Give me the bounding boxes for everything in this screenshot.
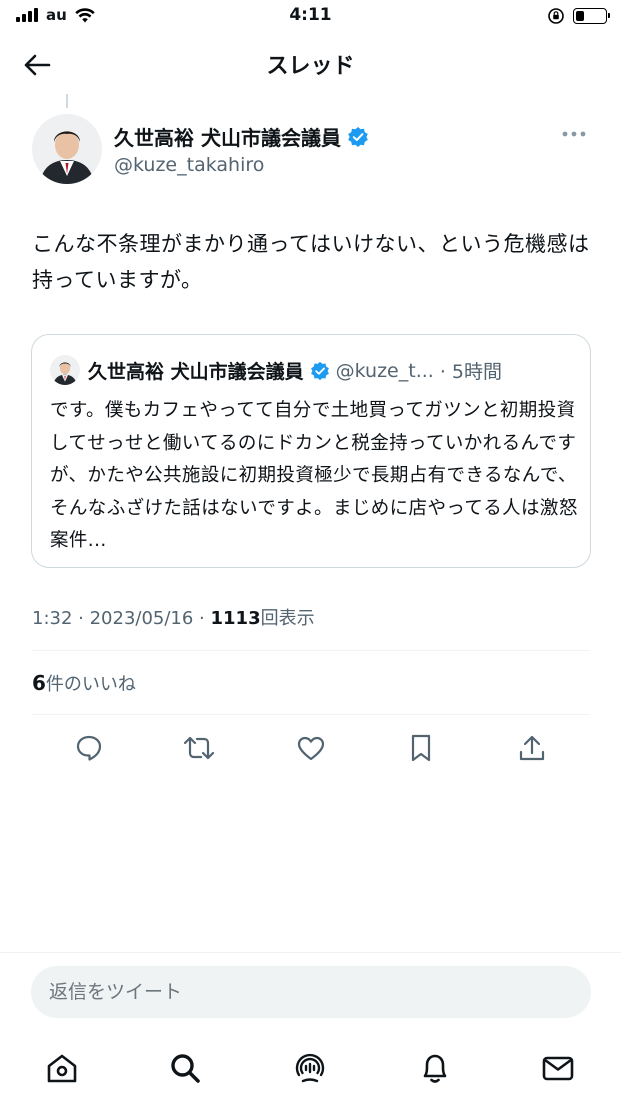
share-icon [519,735,545,761]
header: スレッド [0,34,621,94]
home-icon [47,1054,77,1083]
likes-label: 件のいいね [45,674,136,695]
tweet-actions [0,730,621,770]
reply-input[interactable] [49,966,569,1018]
more-dots-icon [562,131,586,137]
bottom-tab-bar [0,1040,621,1096]
tweet-text: こんな不条理がまかり通ってはいけない、という危機感は持っていますが。 [32,232,590,292]
reply-icon [76,735,102,761]
quote-header: 久世高裕 犬山市議会議員 @kuze_t... · 5時間 [88,357,578,384]
retweet-button[interactable] [181,730,217,766]
tab-spaces[interactable] [290,1048,330,1088]
status-bar: au 4:11 [0,0,621,34]
author-name[interactable]: 久世高裕 犬山市議会議員 [114,122,369,151]
tab-messages[interactable] [538,1048,578,1088]
page-title: スレッド [266,54,355,79]
orientation-lock-icon [548,8,564,24]
quote-author-name: 久世高裕 犬山市議会議員 [88,361,304,383]
quote-timestamp: · 5時間 [439,361,502,383]
avatar[interactable] [32,114,102,184]
quote-author-handle: @kuze_t... [335,359,434,382]
thread-connector-line [66,94,68,108]
tab-home[interactable] [42,1048,82,1088]
tab-notifications[interactable] [415,1048,455,1088]
divider [32,650,590,651]
verified-badge-icon [348,126,368,147]
tweet-meta: 1:32 · 2023/05/16 · 1113回表示 [32,604,315,630]
bookmark-icon [411,734,431,762]
notifications-icon [423,1054,447,1083]
tab-search[interactable] [165,1048,205,1088]
author-handle[interactable]: @kuze_takahiro [114,154,264,176]
like-icon [297,736,325,761]
bookmark-button[interactable] [403,730,439,766]
divider [32,714,590,715]
status-right [547,7,610,25]
reply-box[interactable] [31,966,591,1018]
verified-badge-icon [310,361,329,380]
spaces-icon [295,1053,325,1083]
search-icon [171,1054,200,1083]
divider [0,952,621,953]
quote-avatar-image [50,355,80,385]
status-time: 4:11 [289,5,332,25]
quote-avatar [50,355,80,385]
views-count: 1113 [210,608,261,629]
quote-text: です。僕もカフェやってて自分で土地買ってガツンと初期投資してせっせと働いてるのに… [50,400,578,551]
share-button[interactable] [514,730,550,766]
reply-button[interactable] [71,730,107,766]
likes-count: 6 [32,671,46,695]
more-options-button[interactable] [559,124,589,144]
avatar-image [32,114,102,184]
views-label: 回表示 [260,608,315,629]
messages-icon [542,1056,574,1081]
tweet-timestamp: 1:32 · 2023/05/16 · [32,608,211,629]
like-button[interactable] [293,730,329,766]
quoted-tweet-card[interactable]: 久世高裕 犬山市議会議員 @kuze_t... · 5時間 です。僕もカフェやっ… [31,334,591,568]
author-name-text: 久世高裕 犬山市議会議員 [114,126,341,150]
retweet-icon [183,736,215,760]
likes-summary[interactable]: 6件のいいね [32,670,136,696]
battery-icon [573,8,610,24]
